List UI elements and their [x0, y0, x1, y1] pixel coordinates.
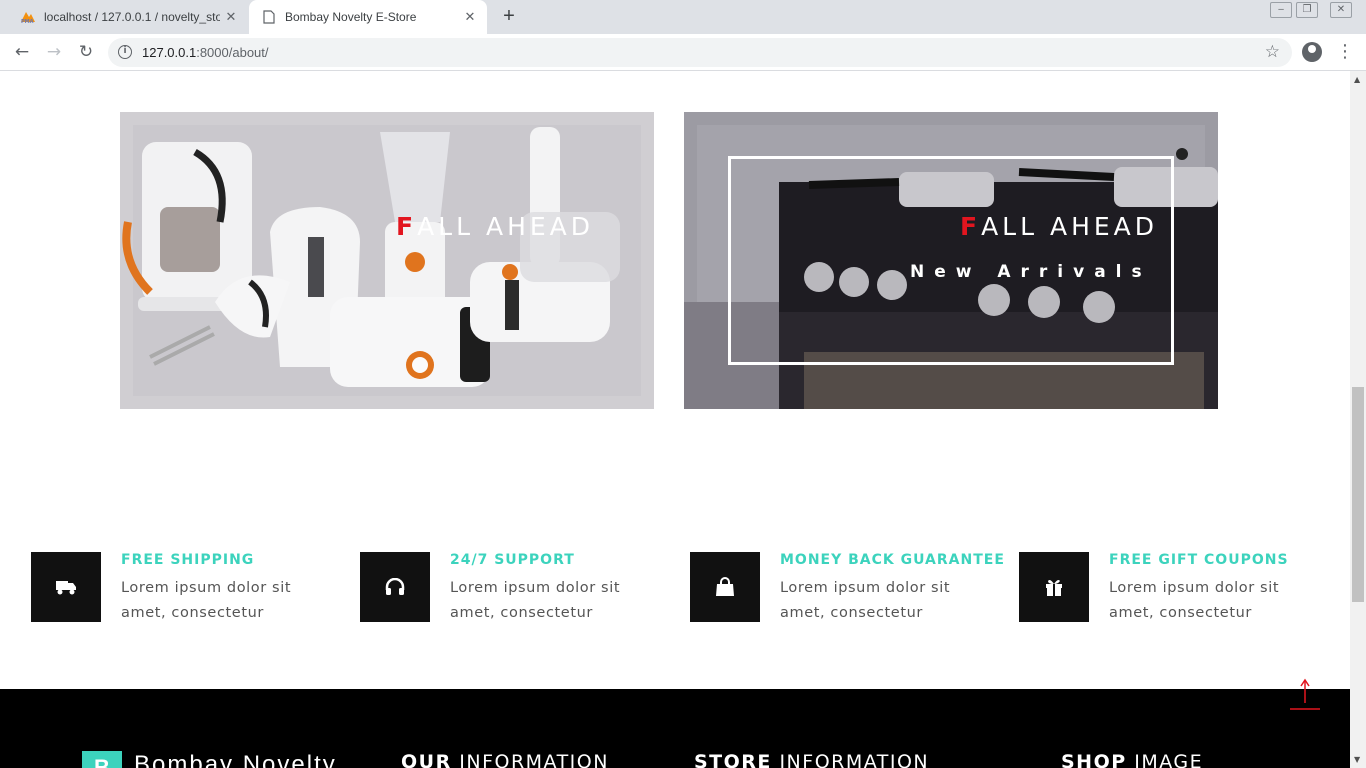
site-info-icon[interactable]: i [118, 45, 132, 59]
window-close-button[interactable]: ✕ [1330, 2, 1352, 18]
new-tab-button[interactable]: + [497, 6, 521, 28]
feature-title: 24/7 SUPPORT [450, 552, 575, 568]
tab-phpmyadmin[interactable]: PMA localhost / 127.0.0.1 / novelty_sto … [8, 0, 248, 34]
tab-title: Bombay Novelty E-Store [285, 10, 417, 24]
account-icon[interactable] [1302, 42, 1322, 62]
heading-bold: OUR [401, 751, 452, 768]
browser-toolbar: ← → ↻ i 127.0.0.1:8000/about/ ☆ [0, 34, 1366, 71]
phpmyadmin-icon: PMA [20, 9, 36, 25]
banner-appliances[interactable]: FALL AHEAD [120, 112, 654, 409]
svg-text:PMA: PMA [21, 19, 34, 24]
heading-rest: INFORMATION [771, 751, 930, 768]
bookmark-star-icon[interactable]: ☆ [1265, 42, 1280, 62]
feature-title: FREE GIFT COUPONS [1109, 552, 1289, 568]
features-row: FREE SHIPPING Lorem ipsum dolor sit amet… [0, 552, 1350, 642]
headline-rest: ALL AHEAD [981, 212, 1159, 241]
scrollbar-thumb[interactable] [1352, 387, 1364, 602]
banner-headline: FALL AHEAD [396, 212, 594, 241]
url-host: 127.0.0.1 [142, 45, 197, 60]
close-tab-icon[interactable]: ✕ [459, 9, 481, 25]
feature-description: Lorem ipsum dolor sit amet, consectetur [780, 580, 951, 621]
feature-support: 24/7 SUPPORT Lorem ipsum dolor sit amet,… [360, 552, 680, 642]
feature-title: FREE SHIPPING [121, 552, 255, 568]
browser-tab-strip: PMA localhost / 127.0.0.1 / novelty_sto … [0, 0, 1366, 34]
url-path: :8000/about/ [196, 45, 269, 60]
url-text[interactable]: 127.0.0.1:8000/about/ [142, 45, 269, 60]
headline-rest: ALL AHEAD [417, 212, 595, 241]
site-footer: B Bombay Novelty OUR INFORMATION STORE I… [0, 689, 1350, 768]
page-viewport: FALL AHEAD FALL AHEAD New Arrivals FREE … [0, 71, 1350, 768]
address-bar[interactable]: i 127.0.0.1:8000/about/ ☆ [108, 38, 1292, 67]
browser-menu-icon[interactable]: ⋮ [1336, 42, 1354, 62]
tab-title: localhost / 127.0.0.1 / novelty_sto [44, 10, 220, 24]
truck-icon [31, 552, 101, 622]
minimize-button[interactable]: ‒ [1270, 2, 1292, 18]
shopping-bag-icon [690, 552, 760, 622]
gift-icon [1019, 552, 1089, 622]
heading-bold: SHOP [1061, 751, 1127, 768]
close-tab-icon[interactable]: ✕ [220, 9, 242, 25]
document-icon [261, 9, 277, 25]
headphones-icon [360, 552, 430, 622]
reload-button[interactable]: ↻ [74, 42, 98, 64]
feature-description: Lorem ipsum dolor sit amet, consectetur [450, 580, 621, 621]
forward-button[interactable]: → [42, 42, 66, 64]
heading-rest: IMAGE [1126, 751, 1204, 768]
headline-first-letter: F [396, 212, 418, 241]
tab-bombay-novelty[interactable]: Bombay Novelty E-Store ✕ [249, 0, 487, 34]
heading-rest: INFORMATION [451, 751, 609, 768]
back-to-top-icon[interactable] [1288, 677, 1322, 713]
appliances-image [122, 125, 641, 396]
headline-first-letter: F [960, 212, 982, 241]
footer-logo[interactable]: B [82, 751, 122, 768]
scroll-up-arrow-icon[interactable]: ▲ [1354, 75, 1360, 84]
restore-button[interactable]: ❐ [1296, 2, 1318, 18]
feature-description: Lorem ipsum dolor sit amet, consectetur [1109, 580, 1280, 621]
feature-gift-coupons: FREE GIFT COUPONS Lorem ipsum dolor sit … [1019, 552, 1339, 642]
scroll-down-arrow-icon[interactable]: ▼ [1354, 755, 1360, 764]
footer-brand-name: Bombay Novelty [134, 751, 337, 768]
banner-cooking-range[interactable]: FALL AHEAD New Arrivals [684, 112, 1218, 409]
banner-subtitle: New Arrivals [910, 262, 1152, 282]
banner-headline: FALL AHEAD [960, 212, 1158, 241]
feature-money-back: MONEY BACK GUARANTEE Lorem ipsum dolor s… [690, 552, 1010, 642]
page-scrollbar[interactable]: ▲ ▼ [1350, 71, 1366, 768]
heading-bold: STORE [694, 751, 772, 768]
feature-free-shipping: FREE SHIPPING Lorem ipsum dolor sit amet… [31, 552, 351, 642]
feature-title: MONEY BACK GUARANTEE [780, 552, 1005, 568]
banner-frame [728, 156, 1174, 365]
footer-heading-store: STORE INFORMATION [694, 751, 929, 768]
back-button[interactable]: ← [10, 42, 34, 64]
footer-heading-information: OUR INFORMATION [401, 751, 609, 768]
feature-description: Lorem ipsum dolor sit amet, consectetur [121, 580, 292, 621]
footer-heading-shop: SHOP IMAGE [1061, 751, 1203, 768]
